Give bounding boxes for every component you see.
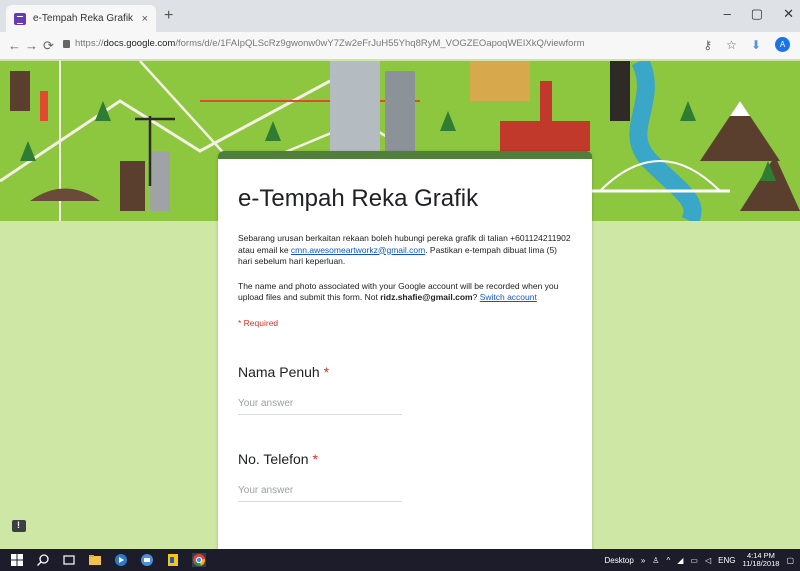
form-card: e-Tempah Reka Grafik Sebarang urusan ber… <box>218 151 592 549</box>
no-telefon-input[interactable]: Your answer <box>238 485 402 502</box>
task-view-icon[interactable] <box>62 553 76 567</box>
address-bar: ← → ⟳ https://docs.google.com/forms/d/e/… <box>0 32 800 60</box>
network-icon[interactable]: ◢ <box>677 556 683 565</box>
url-prefix: https:// <box>75 38 104 49</box>
required-star: * <box>312 450 318 467</box>
new-tab-button[interactable]: + <box>164 7 173 25</box>
notification-icon[interactable]: ▢ <box>786 556 794 565</box>
account-notice: The name and photo associated with your … <box>238 281 572 304</box>
minimize-button[interactable]: – <box>724 6 731 22</box>
question-label: Nama Penuh * <box>238 364 572 380</box>
form-description: Sebarang urusan berkaitan rekaan boleh h… <box>238 233 572 268</box>
required-star: * <box>323 363 330 380</box>
form-title: e-Tempah Reka Grafik <box>238 185 479 212</box>
nama-penuh-input[interactable]: Your answer <box>238 398 402 415</box>
page-content: e-Tempah Reka Grafik Sebarang urusan ber… <box>0 61 800 549</box>
feedback-icon[interactable] <box>12 520 26 532</box>
browser-tab[interactable]: e-Tempah Reka Grafik × <box>6 5 156 32</box>
question-nama-penuh: Nama Penuh * Your answer <box>238 364 572 415</box>
volume-icon[interactable]: ◁ <box>705 556 711 565</box>
maximize-button[interactable]: ▢ <box>751 6 763 22</box>
battery-icon[interactable]: ▭ <box>690 556 698 565</box>
question-label: No. Telefon * <box>238 451 572 467</box>
system-tray: Desktop » ♙ ^ ◢ ▭ ◁ ENG 4:14 PM 11/18/20… <box>604 552 794 568</box>
browser-tab-bar: e-Tempah Reka Grafik × + – ▢ ✕ <box>0 0 800 32</box>
question-label-text: Nama Penuh <box>238 363 320 380</box>
lock-icon <box>63 40 70 48</box>
media-player-icon[interactable] <box>114 553 128 567</box>
clock-date: 11/18/2018 <box>742 559 780 568</box>
back-arrow-icon[interactable]: ← <box>8 38 21 53</box>
reload-icon[interactable]: ⟳ <box>43 38 54 54</box>
people-icon[interactable]: ♙ <box>652 556 659 565</box>
forward-arrow-icon[interactable]: → <box>25 38 38 53</box>
required-note: * Required <box>238 317 279 328</box>
tray-expand-icon[interactable]: ^ <box>666 556 670 565</box>
url-path: /forms/d/e/1FAIpQLScRz9gwonw0wY7Zw2eFrJu… <box>175 38 585 49</box>
profile-avatar[interactable]: A <box>775 37 790 52</box>
desktop-label[interactable]: Desktop <box>604 556 633 565</box>
window-controls: – ▢ ✕ <box>724 6 794 22</box>
windows-start-icon[interactable] <box>10 553 24 567</box>
switch-account-link[interactable]: Switch account <box>480 292 537 302</box>
tab-title: e-Tempah Reka Grafik <box>33 13 134 24</box>
taskbar: Desktop » ♙ ^ ◢ ▭ ◁ ENG 4:14 PM 11/18/20… <box>0 549 800 571</box>
question-no-telefon: No. Telefon * Your answer <box>238 451 572 502</box>
account-notice-question: ? <box>472 292 480 302</box>
file-explorer-icon[interactable] <box>88 553 102 567</box>
url-field[interactable]: https://docs.google.com/forms/d/e/1FAIpQ… <box>75 38 585 49</box>
search-icon[interactable] <box>36 553 50 567</box>
screen: e-Tempah Reka Grafik × + – ▢ ✕ ← → ⟳ htt… <box>0 0 800 571</box>
toolbar-icons: ⚷ ☆ ⬇ A <box>703 37 790 52</box>
email-link[interactable]: cmn.awesomeartworkz@gmail.com <box>291 245 425 255</box>
app-icon[interactable] <box>140 553 154 567</box>
tab-close-icon[interactable]: × <box>142 13 148 25</box>
question-label-text: No. Telefon <box>238 450 309 467</box>
chrome-icon[interactable] <box>192 553 206 567</box>
download-icon[interactable]: ⬇ <box>751 38 761 52</box>
toolbar-chevron[interactable]: » <box>641 556 645 565</box>
key-icon[interactable]: ⚷ <box>703 38 712 52</box>
close-window-button[interactable]: ✕ <box>783 6 794 22</box>
sticky-notes-icon[interactable] <box>166 553 180 567</box>
clock[interactable]: 4:14 PM 11/18/2018 <box>742 552 779 568</box>
language-indicator[interactable]: ENG <box>718 556 735 565</box>
star-icon[interactable]: ☆ <box>726 38 737 52</box>
google-forms-icon <box>14 12 26 25</box>
account-email: ridz.shafie@gmail.com <box>380 292 473 302</box>
url-host: docs.google.com <box>103 38 176 49</box>
